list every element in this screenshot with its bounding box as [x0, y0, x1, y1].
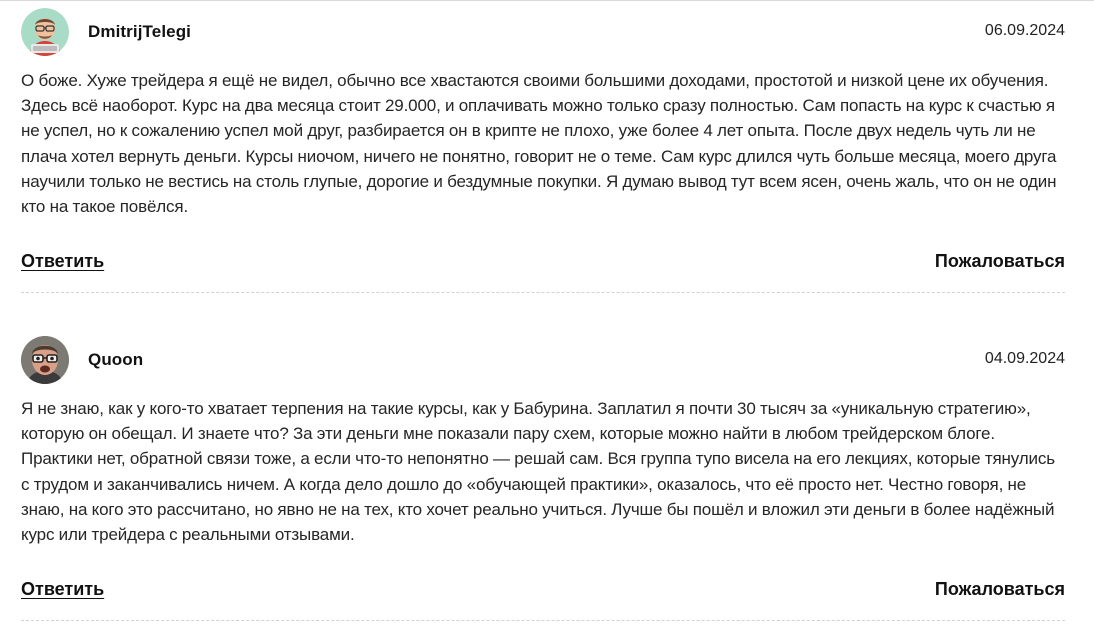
comment-date: 04.09.2024: [984, 350, 1065, 367]
comment-header: Quoon 04.09.2024: [21, 336, 1065, 384]
comment-text: Я не знаю, как у кого-то хватает терпени…: [21, 399, 1055, 545]
comment-author[interactable]: Quoon: [88, 350, 143, 370]
comment-header: DmitrijTelegi 06.09.2024: [21, 8, 1065, 56]
man-with-glasses-avatar-icon[interactable]: [21, 336, 69, 384]
comment-item: DmitrijTelegi 06.09.2024 О боже. Хуже тр…: [21, 8, 1065, 293]
report-link[interactable]: Пожаловаться: [935, 251, 1065, 272]
cartoon-man-avatar-icon[interactable]: [21, 8, 69, 56]
comment-actions: Ответить Пожаловаться: [21, 579, 1065, 603]
comment-item: Quoon 04.09.2024 Я не знаю, как у кого-т…: [21, 336, 1065, 621]
reply-link[interactable]: Ответить: [21, 579, 104, 600]
top-divider: [0, 0, 1094, 1]
comment-divider: [21, 292, 1065, 293]
comment-date: 06.09.2024: [984, 22, 1065, 39]
reply-link[interactable]: Ответить: [21, 251, 104, 272]
comment-actions: Ответить Пожаловаться: [21, 251, 1065, 275]
comment-text: О боже. Хуже трейдера я ещё не видел, об…: [21, 71, 1057, 217]
comment-author[interactable]: DmitrijTelegi: [88, 22, 191, 42]
comment-divider: [21, 620, 1065, 621]
report-link[interactable]: Пожаловаться: [935, 579, 1065, 600]
